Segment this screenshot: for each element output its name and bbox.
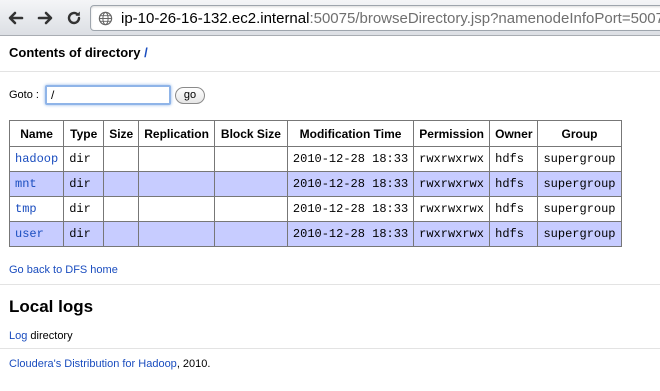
directory-link[interactable]: tmp <box>15 202 37 216</box>
table-row: tmp dir 2010-12-28 18:33 rwxrwxrwx hdfs … <box>8 196 622 222</box>
modification-time-cell: 2010-12-28 18:33 <box>286 196 415 222</box>
column-header-modification-time: Modification Time <box>286 120 415 147</box>
globe-icon <box>98 11 113 26</box>
page-title-text: Contents of directory <box>9 45 141 60</box>
permission-cell: rwxrwxrwx <box>413 171 491 197</box>
column-header-size: Size <box>103 120 140 147</box>
go-button[interactable]: go <box>174 86 205 104</box>
column-header-replication: Replication <box>138 120 215 147</box>
table-header-row: Name Type Size Replication Block Size Mo… <box>8 120 622 147</box>
permission-cell: rwxrwxrwx <box>413 146 491 172</box>
divider <box>0 71 660 72</box>
dfs-home-link[interactable]: Go back to DFS home <box>9 264 118 276</box>
group-cell: supergroup <box>537 221 622 247</box>
page-content: Contents of directory / Goto : go Name T… <box>0 37 660 391</box>
cloudera-link[interactable]: Cloudera's Distribution for Hadoop <box>9 358 177 370</box>
group-cell: supergroup <box>537 196 622 222</box>
page-title: Contents of directory / <box>9 45 148 60</box>
column-header-owner: Owner <box>489 120 539 147</box>
replication-cell <box>138 196 215 222</box>
owner-cell: hdfs <box>489 146 539 172</box>
block-size-cell <box>213 221 288 247</box>
table-row: hadoop dir 2010-12-28 18:33 rwxrwxrwx hd… <box>8 146 622 172</box>
column-header-block-size: Block Size <box>213 120 288 147</box>
reload-icon[interactable] <box>62 7 86 29</box>
permission-cell: rwxrwxrwx <box>413 196 491 222</box>
forward-icon[interactable] <box>33 7 57 29</box>
replication-cell <box>138 221 215 247</box>
table-row: user dir 2010-12-28 18:33 rwxrwxrwx hdfs… <box>8 221 622 247</box>
block-size-cell <box>213 146 288 172</box>
goto-input[interactable] <box>44 85 171 105</box>
name-cell: tmp <box>8 196 65 222</box>
modification-time-cell: 2010-12-28 18:33 <box>286 171 415 197</box>
name-cell: hadoop <box>8 146 65 172</box>
directory-link[interactable]: hadoop <box>15 152 58 166</box>
log-suffix: directory <box>27 330 73 342</box>
browser-toolbar: ip-10-26-16-132.ec2.internal:50075/brows… <box>0 0 660 36</box>
replication-cell <box>138 171 215 197</box>
goto-label: Goto : <box>9 89 39 101</box>
type-cell: dir <box>63 171 105 197</box>
address-bar[interactable]: ip-10-26-16-132.ec2.internal:50075/brows… <box>90 5 660 31</box>
size-cell <box>103 221 140 247</box>
owner-cell: hdfs <box>489 171 539 197</box>
type-cell: dir <box>63 196 105 222</box>
column-header-type: Type <box>63 120 105 147</box>
url-text: ip-10-26-16-132.ec2.internal:50075/brows… <box>121 10 660 27</box>
size-cell <box>103 146 140 172</box>
modification-time-cell: 2010-12-28 18:33 <box>286 221 415 247</box>
block-size-cell <box>213 196 288 222</box>
root-directory-link[interactable]: / <box>144 45 148 60</box>
back-icon[interactable] <box>4 7 28 29</box>
owner-cell: hdfs <box>489 196 539 222</box>
permission-cell: rwxrwxrwx <box>413 221 491 247</box>
log-link[interactable]: Log <box>9 330 27 342</box>
replication-cell <box>138 146 215 172</box>
column-header-group: Group <box>537 120 622 147</box>
name-cell: mnt <box>8 171 65 197</box>
owner-cell: hdfs <box>489 221 539 247</box>
name-cell: user <box>8 221 65 247</box>
type-cell: dir <box>63 146 105 172</box>
column-header-name: Name <box>8 120 65 147</box>
url-host: ip-10-26-16-132.ec2.internal <box>121 10 310 27</box>
local-logs-heading: Local logs <box>9 297 94 316</box>
divider <box>0 348 660 349</box>
size-cell <box>103 196 140 222</box>
directory-table: Name Type Size Replication Block Size Mo… <box>8 120 622 247</box>
goto-form: Goto : go <box>9 85 205 105</box>
directory-link[interactable]: user <box>15 227 44 241</box>
footer: Cloudera's Distribution for Hadoop, 2010… <box>9 358 210 370</box>
log-line: Log directory <box>9 330 73 342</box>
size-cell <box>103 171 140 197</box>
url-path: :50075/browseDirectory.jsp?namenodeInfoP… <box>309 10 660 27</box>
footer-suffix: , 2010. <box>176 358 211 370</box>
modification-time-cell: 2010-12-28 18:33 <box>286 146 415 172</box>
group-cell: supergroup <box>537 146 622 172</box>
group-cell: supergroup <box>537 171 622 197</box>
block-size-cell <box>213 171 288 197</box>
divider <box>0 284 660 285</box>
table-row: mnt dir 2010-12-28 18:33 rwxrwxrwx hdfs … <box>8 171 622 197</box>
directory-link[interactable]: mnt <box>15 177 37 191</box>
column-header-permission: Permission <box>413 120 491 147</box>
type-cell: dir <box>63 221 105 247</box>
